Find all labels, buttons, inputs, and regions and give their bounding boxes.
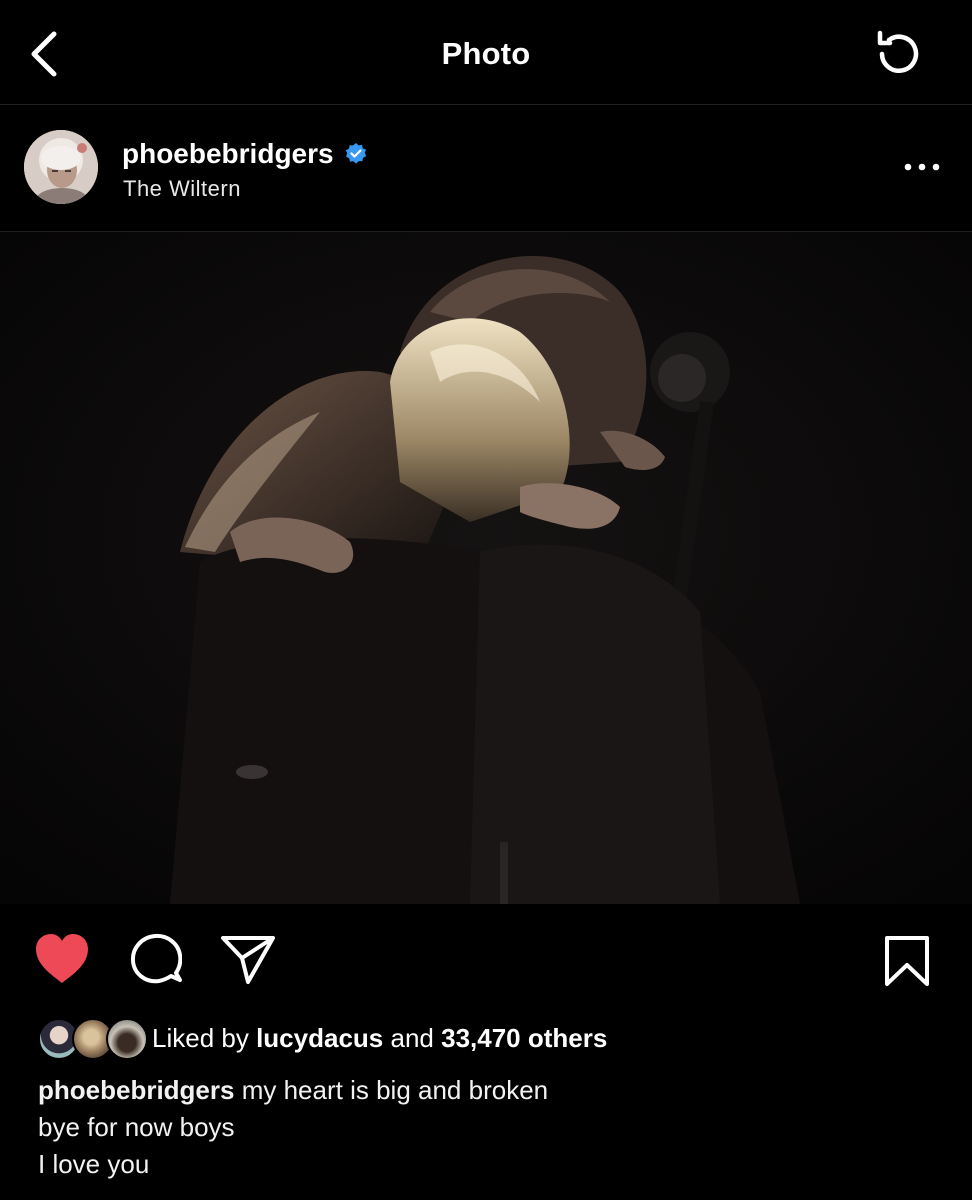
photo-image — [0, 232, 972, 904]
likes-connector: and — [390, 1022, 434, 1053]
comment-button[interactable] — [130, 933, 183, 990]
heart-icon — [36, 934, 88, 983]
liker-avatar — [106, 1018, 148, 1060]
share-button[interactable] — [220, 935, 276, 990]
more-options-button[interactable] — [902, 155, 942, 179]
like-button[interactable] — [34, 933, 90, 990]
save-button[interactable] — [884, 935, 930, 992]
caption-line: bye for now boys — [38, 1112, 235, 1142]
avatar-image — [24, 130, 98, 204]
likes-prefix: Liked by — [152, 1022, 249, 1053]
liker-avatars[interactable] — [38, 1018, 148, 1060]
liker-username[interactable]: lucydacus — [256, 1023, 383, 1054]
caption-username[interactable]: phoebebridgers — [38, 1075, 234, 1105]
likes-count[interactable]: 33,470 others — [441, 1023, 607, 1054]
bookmark-icon — [885, 936, 929, 986]
more-horizontal-icon — [904, 163, 940, 171]
username[interactable]: phoebebridgers — [122, 138, 334, 170]
page-title: Photo — [441, 36, 531, 71]
post-caption: phoebebridgers my heart is big and broke… — [38, 1072, 548, 1183]
avatar[interactable] — [24, 130, 98, 204]
likes-summary: Liked by lucydacus and 33,470 others — [38, 1018, 607, 1060]
location-link[interactable]: The Wiltern — [123, 176, 241, 202]
refresh-button[interactable] — [872, 27, 926, 81]
caption-line: my heart is big and broken — [241, 1075, 549, 1105]
comment-icon — [130, 933, 183, 984]
refresh-icon — [877, 30, 919, 73]
post-header: phoebebridgers The Wiltern — [0, 105, 972, 232]
verified-badge-icon — [345, 143, 366, 164]
post-actions — [0, 905, 972, 1015]
send-icon — [221, 936, 275, 984]
post-photo[interactable] — [0, 232, 972, 904]
caption-line: I love you — [38, 1149, 150, 1179]
top-bar: Photo — [0, 0, 972, 105]
